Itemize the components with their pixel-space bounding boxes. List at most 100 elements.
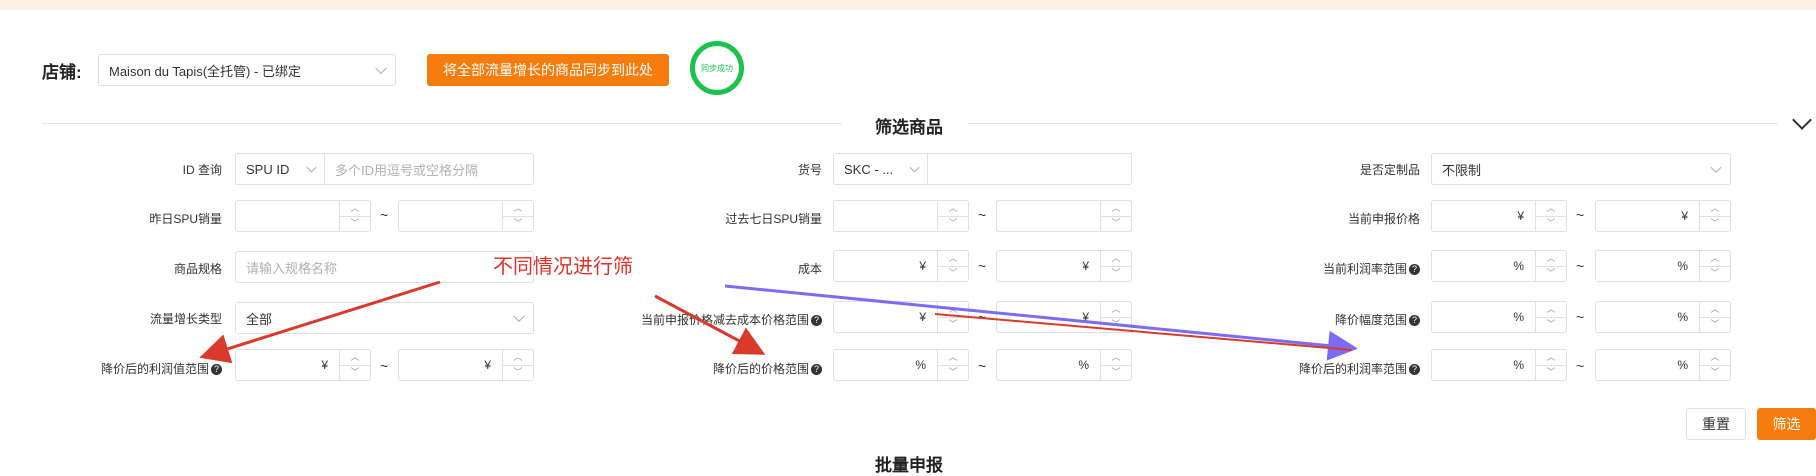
yesterday-sales-min[interactable]: ︿ ﹀ — [235, 200, 371, 232]
last7-sales-min[interactable]: ︿ ﹀ — [833, 200, 969, 232]
stepper-up-icon[interactable]: ︿ — [1700, 302, 1730, 318]
stepper-up-icon[interactable]: ︿ — [1536, 302, 1566, 318]
stepper[interactable]: ︿ ﹀ — [1699, 350, 1730, 380]
stepper-up-icon[interactable]: ︿ — [1536, 201, 1566, 217]
yesterday-sales-max[interactable]: ︿ ﹀ — [398, 200, 534, 232]
filter-button[interactable]: 筛选 — [1757, 408, 1816, 440]
profit-rate-after-min[interactable]: % ︿ ﹀ — [1431, 349, 1567, 381]
stepper-down-icon[interactable]: ﹀ — [938, 317, 968, 332]
stepper-up-icon[interactable]: ︿ — [938, 302, 968, 318]
stepper-down-icon[interactable]: ﹀ — [1700, 266, 1730, 281]
profit-after-min[interactable]: ¥ ︿ ﹀ — [235, 349, 371, 381]
stepper-down-icon[interactable]: ﹀ — [1536, 216, 1566, 231]
declared-price-max[interactable]: ¥ ︿ ﹀ — [1595, 200, 1731, 232]
stepper-down-icon[interactable]: ﹀ — [1101, 216, 1131, 231]
help-icon[interactable]: ? — [1409, 315, 1420, 327]
stepper-down-icon[interactable]: ﹀ — [340, 216, 370, 231]
stepper[interactable]: ︿ ﹀ — [1535, 302, 1566, 332]
id-type-select[interactable]: SPU ID — [235, 153, 325, 185]
stepper[interactable]: ︿ ﹀ — [1699, 251, 1730, 281]
stepper-up-icon[interactable]: ︿ — [938, 350, 968, 366]
cost-max[interactable]: ¥ ︿ ﹀ — [996, 250, 1132, 282]
spec-input[interactable]: 请输入规格名称 — [235, 251, 534, 283]
sync-all-button[interactable]: 将全部流量增长的商品同步到此处 — [427, 54, 669, 86]
stepper-up-icon[interactable]: ︿ — [1536, 251, 1566, 267]
help-icon[interactable]: ? — [211, 364, 222, 376]
stepper[interactable]: ︿ ﹀ — [502, 350, 533, 380]
stepper[interactable]: ︿ ﹀ — [1535, 251, 1566, 281]
stepper[interactable]: ︿ ﹀ — [1699, 302, 1730, 332]
declared-vs-cost-min[interactable]: ¥ ︿ ﹀ — [833, 301, 969, 333]
sku-type-select[interactable]: SKC - ... — [833, 153, 928, 185]
stepper-down-icon[interactable]: ﹀ — [1536, 365, 1566, 380]
stepper-down-icon[interactable]: ﹀ — [938, 216, 968, 231]
stepper[interactable]: ︿ ﹀ — [1699, 201, 1730, 231]
stepper-down-icon[interactable]: ﹀ — [1101, 266, 1131, 281]
stepper[interactable]: ︿ ﹀ — [502, 201, 533, 231]
store-select[interactable]: Maison du Tapis(全托管) - 已绑定 — [98, 54, 396, 86]
stepper-up-icon[interactable]: ︿ — [340, 350, 370, 366]
growth-type-select[interactable]: 全部 — [235, 302, 534, 334]
profit-rate-max[interactable]: % ︿ ﹀ — [1595, 250, 1731, 282]
help-icon[interactable]: ? — [811, 364, 822, 376]
stepper[interactable]: ︿ ﹀ — [937, 201, 968, 231]
stepper-down-icon[interactable]: ﹀ — [503, 365, 533, 380]
reduce-range-max[interactable]: % ︿ ﹀ — [1595, 301, 1731, 333]
reduce-range-min[interactable]: % ︿ ﹀ — [1431, 301, 1567, 333]
profit-after-max[interactable]: ¥ ︿ ﹀ — [398, 349, 534, 381]
price-after-min[interactable]: % ︿ ﹀ — [833, 349, 969, 381]
stepper-down-icon[interactable]: ﹀ — [503, 216, 533, 231]
custom-product-label: 是否定制品 — [1359, 163, 1420, 177]
declared-vs-cost-max[interactable]: ¥ ︿ ﹀ — [996, 301, 1132, 333]
stepper-up-icon[interactable]: ︿ — [938, 251, 968, 267]
stepper-down-icon[interactable]: ﹀ — [938, 365, 968, 380]
stepper[interactable]: ︿ ﹀ — [1535, 201, 1566, 231]
stepper-down-icon[interactable]: ﹀ — [1536, 317, 1566, 332]
stepper-up-icon[interactable]: ︿ — [1101, 302, 1131, 318]
profit-rate-after-max[interactable]: % ︿ ﹀ — [1595, 349, 1731, 381]
stepper[interactable]: ︿ ﹀ — [937, 302, 968, 332]
stepper[interactable]: ︿ ﹀ — [339, 350, 370, 380]
stepper-down-icon[interactable]: ﹀ — [1700, 317, 1730, 332]
stepper-down-icon[interactable]: ﹀ — [1536, 266, 1566, 281]
stepper[interactable]: ︿ ﹀ — [1100, 201, 1131, 231]
stepper-down-icon[interactable]: ﹀ — [1101, 317, 1131, 332]
help-icon[interactable]: ? — [811, 315, 822, 327]
stepper-up-icon[interactable]: ︿ — [1700, 350, 1730, 366]
stepper-up-icon[interactable]: ︿ — [1700, 251, 1730, 267]
stepper[interactable]: ︿ ﹀ — [1100, 251, 1131, 281]
stepper-down-icon[interactable]: ﹀ — [1700, 216, 1730, 231]
stepper-up-icon[interactable]: ︿ — [1101, 350, 1131, 366]
price-after-max[interactable]: % ︿ ﹀ — [996, 349, 1132, 381]
stepper-down-icon[interactable]: ﹀ — [1101, 365, 1131, 380]
stepper[interactable]: ︿ ﹀ — [1100, 302, 1131, 332]
stepper-up-icon[interactable]: ︿ — [1101, 201, 1131, 217]
stepper-up-icon[interactable]: ︿ — [503, 350, 533, 366]
stepper-up-icon[interactable]: ︿ — [340, 201, 370, 217]
help-icon[interactable]: ? — [1409, 264, 1420, 276]
stepper-down-icon[interactable]: ﹀ — [938, 266, 968, 281]
profit-rate-min[interactable]: % ︿ ﹀ — [1431, 250, 1567, 282]
stepper[interactable]: ︿ ﹀ — [937, 350, 968, 380]
stepper-up-icon[interactable]: ︿ — [1101, 251, 1131, 267]
help-icon[interactable]: ? — [1409, 364, 1420, 376]
stepper[interactable]: ︿ ﹀ — [339, 201, 370, 231]
stepper-up-icon[interactable]: ︿ — [938, 201, 968, 217]
last7-sales-max[interactable]: ︿ ﹀ — [996, 200, 1132, 232]
stepper-up-icon[interactable]: ︿ — [503, 201, 533, 217]
reset-button[interactable]: 重置 — [1686, 408, 1746, 440]
stepper[interactable]: ︿ ﹀ — [937, 251, 968, 281]
stepper[interactable]: ︿ ﹀ — [1535, 350, 1566, 380]
stepper[interactable]: ︿ ﹀ — [1100, 350, 1131, 380]
custom-product-select[interactable]: 不限制 — [1431, 153, 1731, 185]
stepper-down-icon[interactable]: ﹀ — [340, 365, 370, 380]
cost-min[interactable]: ¥ ︿ ﹀ — [833, 250, 969, 282]
id-query-input[interactable]: 多个ID用逗号或空格分隔 — [324, 153, 534, 185]
stepper-up-icon[interactable]: ︿ — [1536, 350, 1566, 366]
stepper-down-icon[interactable]: ﹀ — [1700, 365, 1730, 380]
declared-price-min[interactable]: ¥ ︿ ﹀ — [1431, 200, 1567, 232]
sku-input[interactable] — [927, 153, 1132, 185]
divider-right — [968, 123, 1778, 124]
collapse-chevron-icon[interactable] — [1792, 110, 1812, 130]
stepper-up-icon[interactable]: ︿ — [1700, 201, 1730, 217]
